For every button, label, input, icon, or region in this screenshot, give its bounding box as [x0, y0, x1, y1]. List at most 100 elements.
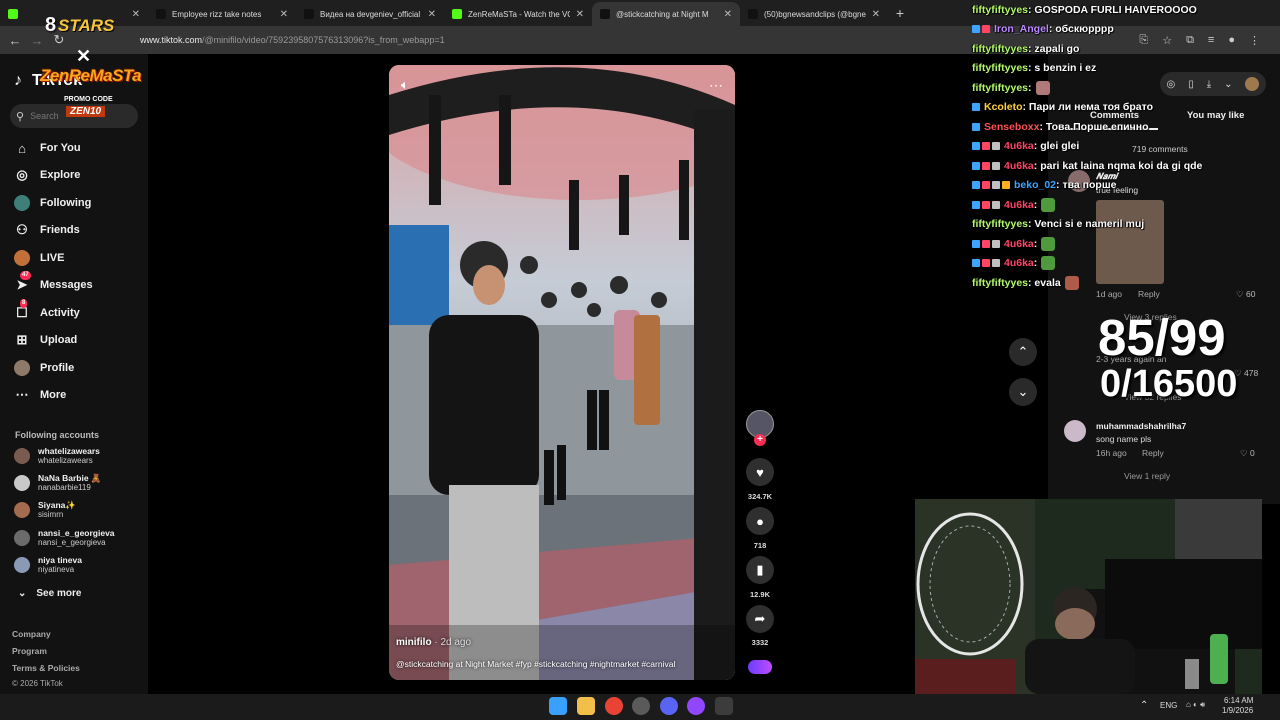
comment-like-button[interactable]: ♡ 0 [1240, 448, 1255, 459]
comment-author[interactable]: muhammadshahrilha7 [1096, 421, 1186, 431]
chat-username[interactable]: fiftyfiftyyes [972, 82, 1028, 94]
footer-terms[interactable]: Terms & Policies [12, 663, 80, 673]
browser-tab[interactable]: Employee rizz take notes ✕ [148, 2, 296, 26]
windows-start-icon[interactable] [549, 697, 567, 715]
see-more-button[interactable]: ⌄ See more [18, 588, 81, 599]
extensions-icon[interactable]: ⧉ [1186, 34, 1194, 47]
user-avatar[interactable] [1245, 77, 1260, 91]
chat-username[interactable]: 4u6ka [1004, 238, 1034, 250]
back-icon[interactable]: ← [4, 33, 26, 48]
bookmark-star-icon[interactable]: ☆ [1162, 34, 1172, 47]
chat-username[interactable]: fiftyfiftyyes [972, 277, 1028, 289]
sidebar-item-upload[interactable]: ⊞ Upload [14, 330, 78, 350]
overlay-eight: 8 [45, 14, 57, 36]
volume-icon[interactable]: 🔈︎ [401, 77, 409, 93]
video-player[interactable]: 🔈︎ ⋯ minifilo · 2d ago @stickcatching at… [389, 65, 735, 680]
browser-tab[interactable]: ZenReMaSTa - Watch the VOD ✕ [444, 2, 592, 26]
heart-outline-icon: ♡ [1236, 289, 1244, 299]
compass-icon[interactable]: ◎ [1166, 79, 1175, 90]
comment-like-button[interactable]: ♡ 478 [1234, 368, 1258, 379]
close-tab-icon[interactable]: ✕ [576, 9, 584, 20]
chrome-icon[interactable] [605, 697, 623, 715]
chat-username[interactable]: Iron_Angel [994, 23, 1049, 35]
following-account[interactable]: NaNa Barbie 🧸 nanabarbie119 [14, 473, 102, 493]
close-tab-icon[interactable]: ✕ [724, 9, 732, 20]
account-name: Siyana✨ [38, 500, 76, 510]
sidebar-item-messages[interactable]: ➤ 47 Messages [14, 271, 93, 295]
chat-username[interactable]: 4u6ka [1004, 160, 1034, 172]
browser-tab[interactable]: Видеа на devgeniev_official (@ ✕ [296, 2, 444, 26]
chat-username[interactable]: fiftyfiftyyes [972, 62, 1028, 74]
tray-chevron-icon[interactable]: ⌃ [1140, 700, 1148, 711]
sidebar-item-for-you[interactable]: ⌂ For You [14, 138, 80, 158]
clock-date[interactable]: 1/9/2026 [1222, 706, 1253, 715]
media-controls-icon[interactable]: ≡ [1208, 34, 1214, 47]
chat-username[interactable]: fiftyfiftyyes [972, 43, 1028, 55]
reply-button[interactable]: Reply [1138, 289, 1160, 299]
chat-text: : Пари ли нема тоя брато [1022, 101, 1154, 113]
browser-menu-icon[interactable]: ⋮ [1249, 34, 1260, 47]
chat-username[interactable]: Kcoleto [984, 101, 1023, 113]
sidebar-item-following[interactable]: Following [14, 193, 91, 213]
obs-icon[interactable] [632, 697, 650, 715]
more-options-icon[interactable]: ⋯ [709, 77, 723, 94]
sidebar-item-profile[interactable]: Profile [14, 358, 74, 378]
twitch-icon[interactable] [687, 697, 705, 715]
chat-username[interactable]: Senseboxx [984, 121, 1039, 133]
comment-button[interactable]: ● [746, 507, 774, 535]
sidebar-item-more[interactable]: ⋯ More [14, 385, 67, 405]
chat-badge-icon [982, 259, 990, 267]
more-icon: ⋯ [15, 387, 29, 402]
footer-company[interactable]: Company [12, 629, 51, 639]
like-button[interactable]: ♥ [746, 458, 774, 486]
chat-username[interactable]: 4u6ka [1004, 140, 1034, 152]
next-video-button[interactable]: ⌄ [1009, 378, 1037, 406]
comment-like-button[interactable]: ♡ 60 [1236, 289, 1255, 300]
language-indicator[interactable]: ENG [1160, 701, 1177, 710]
chat-message: fiftyfiftyyes: s benzin i ez [972, 59, 1096, 78]
profile-avatar-icon[interactable]: ● [1228, 34, 1235, 47]
sidebar-item-friends[interactable]: ⚇ Friends [14, 220, 80, 240]
chat-username[interactable]: fiftyfiftyyes [972, 218, 1028, 230]
install-app-icon[interactable]: ⎘ [1139, 34, 1148, 47]
browser-tab[interactable]: @stickcatching at Night M ✕ [592, 2, 740, 26]
file-explorer-icon[interactable] [577, 697, 595, 715]
chat-username[interactable]: 4u6ka [1004, 257, 1034, 269]
sidebar-item-live[interactable]: LIVE [14, 248, 64, 268]
terminal-icon[interactable] [715, 697, 733, 715]
avatar[interactable] [1064, 420, 1086, 442]
download-icon[interactable]: ⤓ [1207, 79, 1211, 90]
previous-video-button[interactable]: ⌃ [1009, 338, 1037, 366]
save-button[interactable]: ▮ [746, 556, 774, 584]
following-account[interactable]: nansi_e_georgieva nansi_e_georgieva [14, 528, 115, 548]
chat-username[interactable]: fiftyfiftyyes [972, 4, 1028, 16]
close-tab-icon[interactable]: ✕ [428, 9, 436, 20]
tab-you-may-like[interactable]: You may like [1187, 110, 1244, 121]
reply-button[interactable]: Reply [1142, 448, 1164, 458]
close-tab-icon[interactable]: ✕ [872, 9, 880, 20]
music-disc-icon[interactable] [748, 660, 772, 674]
video-author[interactable]: minifilo · 2d ago [396, 637, 471, 648]
browser-tab[interactable]: (50)bgnewsandclips (@bgnew ✕ [740, 2, 888, 26]
following-accounts-heading: Following accounts [15, 430, 100, 440]
chat-username[interactable]: 4u6ka [1004, 199, 1034, 211]
close-tab-icon[interactable]: ✕ [280, 9, 288, 20]
url-input[interactable]: www.tiktok.com/@minifilo/video/759239580… [140, 35, 445, 45]
following-account[interactable]: whatelizawears whatelizawears [14, 446, 100, 466]
follow-plus-icon[interactable]: + [754, 434, 766, 446]
share-button[interactable]: ➦ [746, 605, 774, 633]
footer-program[interactable]: Program [12, 646, 47, 656]
chat-username[interactable]: beko_02 [1014, 179, 1056, 191]
new-tab-button[interactable]: + [888, 2, 912, 26]
following-account[interactable]: niya tineva niyatineva [14, 555, 82, 575]
clock-time[interactable]: 6:14 AM [1224, 696, 1253, 705]
tray-icons[interactable]: ⌂ ◐ 🔊︎ [1186, 700, 1205, 710]
following-account[interactable]: Siyana✨ sisimrn [14, 500, 76, 520]
chevron-down-icon[interactable]: ⌄ [1224, 79, 1232, 90]
comment-image[interactable] [1096, 200, 1164, 284]
view-replies-button[interactable]: View 1 reply [1124, 471, 1170, 481]
phone-icon[interactable]: ▯ [1188, 79, 1194, 90]
sidebar-item-explore[interactable]: ◎ Explore [14, 165, 80, 185]
discord-icon[interactable] [660, 697, 678, 715]
sidebar-item-activity[interactable]: ☐ 8 Activity [14, 299, 80, 323]
